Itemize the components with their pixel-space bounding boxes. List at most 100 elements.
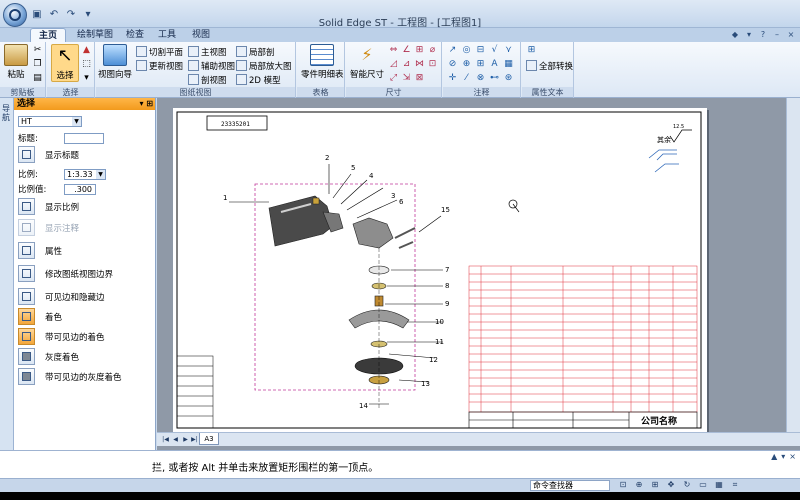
view-wizard-button[interactable]: 视图向导 <box>98 44 132 80</box>
tab-tools[interactable]: 工具 <box>152 28 182 42</box>
pan-icon[interactable]: ✥ <box>666 480 676 490</box>
callout-15: 15 <box>441 206 450 214</box>
show-caption-row[interactable]: 显示标题 <box>18 146 79 163</box>
grid-icon[interactable]: ▦ <box>714 480 724 490</box>
tab-home[interactable]: 主页 <box>30 28 66 42</box>
scale-select[interactable]: 1:3.33 ▼ <box>64 168 106 180</box>
dropdown-icon[interactable]: ▾ <box>744 30 754 40</box>
2d-model-button[interactable]: 2D 模型 <box>236 73 281 86</box>
tab-inspect[interactable]: 检查 <box>120 28 150 42</box>
bolt-part <box>394 227 416 239</box>
dock-icon[interactable]: ▾ <box>781 452 785 461</box>
format-painter-icon[interactable]: ▤ <box>32 73 43 84</box>
sheet-tab-a3[interactable]: A3 <box>199 433 219 445</box>
panel-pin-icon[interactable]: ▾ ⊞ <box>139 98 153 110</box>
parts-list-button[interactable]: 零件明细表 <box>301 44 344 80</box>
application-button[interactable] <box>3 3 27 27</box>
properties-row[interactable]: 属性 <box>18 242 62 259</box>
angular-coordinate-icon[interactable]: ⊿ <box>401 59 412 70</box>
attach-dimension-icon[interactable]: ⤢ <box>388 73 399 84</box>
feature-control-frame-icon[interactable]: ⊘ <box>447 59 458 70</box>
weld-symbol-icon[interactable]: ⋎ <box>503 45 514 56</box>
center-mark-icon[interactable]: ✛ <box>447 73 458 84</box>
prev-sheet-icon[interactable]: ◀ <box>171 435 180 444</box>
cut-icon[interactable]: ✂ <box>32 45 43 56</box>
center-line-icon[interactable]: ⁄ <box>461 73 472 84</box>
coordinate-dimension-icon[interactable]: ⊞ <box>414 45 425 56</box>
drawing-workspace[interactable]: 23335201 其余 12.5 1 2 3 4 5 6 7 8 9 10 11… <box>157 98 800 450</box>
style-select[interactable]: HT ▼ <box>18 116 82 127</box>
fit-icon[interactable]: ⊞ <box>650 480 660 490</box>
auto-dimension-icon[interactable]: ⋈ <box>414 59 425 70</box>
symmetric-diameter-icon[interactable]: ⌀ <box>427 45 438 56</box>
scale-value-input[interactable]: .300 <box>64 183 96 195</box>
modify-border-row[interactable]: 修改图纸视图边界 <box>18 265 113 282</box>
visible-hidden-edges-row[interactable]: 可见边和隐藏边 <box>18 288 105 305</box>
tab-sketch[interactable]: 绘制草图 <box>70 28 120 42</box>
update-views-button[interactable]: 更新视图 <box>136 59 183 72</box>
surface-texture-icon[interactable]: √ <box>489 45 500 56</box>
balloon-icon[interactable]: ◎ <box>461 45 472 56</box>
shaded-row[interactable]: 着色 <box>18 308 62 325</box>
leader-icon[interactable]: ↗ <box>447 45 458 56</box>
symbol-icon[interactable]: ⊛ <box>503 73 514 84</box>
select-filter-icon[interactable]: ▲ <box>81 45 92 56</box>
style-icon[interactable]: ◆ <box>730 30 740 40</box>
angle-between-icon[interactable]: ∠ <box>401 45 412 56</box>
caption-input[interactable] <box>64 132 104 144</box>
callout-9: 9 <box>445 300 449 308</box>
view-sheet-icon[interactable]: ▭ <box>698 480 708 490</box>
next-sheet-icon[interactable]: ▶ <box>181 435 190 444</box>
cut-plane-button[interactable]: 切割平面 <box>136 45 183 58</box>
callout-2: 2 <box>325 154 329 162</box>
first-sheet-icon[interactable]: |◀ <box>161 435 170 444</box>
close-icon[interactable]: × <box>786 30 796 40</box>
close-icon[interactable]: × <box>789 452 796 461</box>
spindle-head <box>352 217 394 249</box>
callout-icon[interactable]: ⊟ <box>475 45 486 56</box>
broken-view-button[interactable]: 局部剖 <box>236 45 275 58</box>
minimize-ribbon-icon[interactable]: – <box>772 30 782 40</box>
retrieve-dimension-icon[interactable]: ⊠ <box>414 73 425 84</box>
edge-condition-icon[interactable]: ▦ <box>503 59 514 70</box>
text-icon[interactable]: A <box>489 59 500 70</box>
chamfer-dimension-icon[interactable]: ◿ <box>388 59 399 70</box>
shaded-visible-edges-row[interactable]: 带可见边的着色 <box>18 328 105 345</box>
section-view-button[interactable]: 剖视图 <box>188 73 227 86</box>
command-finder-input[interactable]: 命令查找器 <box>530 480 610 491</box>
tab-view[interactable]: 视图 <box>186 28 216 42</box>
convert-all-button[interactable]: 全部转换 <box>526 59 573 72</box>
show-annotations-icon <box>18 219 35 236</box>
vertical-scrollbar[interactable] <box>786 98 800 432</box>
last-sheet-icon[interactable]: ▶| <box>190 435 199 444</box>
sidebar-tab-navigator[interactable]: 导航 <box>2 104 12 122</box>
help-icon[interactable]: ? <box>758 30 768 40</box>
select-tools-icon[interactable]: ▾ <box>81 73 92 84</box>
smart-dimension-button[interactable]: ⚡ 智能尺寸 <box>350 44 384 80</box>
copy-icon[interactable]: ❐ <box>32 59 43 70</box>
select-button[interactable]: ↖ 选择 <box>51 44 79 82</box>
snap-icon[interactable]: ⌗ <box>730 480 740 490</box>
detail-view-button[interactable]: 局部放大图 <box>236 59 292 72</box>
datum-frame-icon[interactable]: ⊕ <box>461 59 472 70</box>
principal-view-button[interactable]: 主视图 <box>188 45 227 58</box>
dimension-style-icon[interactable]: ⊡ <box>427 59 438 70</box>
auxiliary-view-button[interactable]: 辅助视图 <box>188 59 235 72</box>
zoom-area-icon[interactable]: ⊡ <box>618 480 628 490</box>
zoom-icon[interactable]: ⊕ <box>634 480 644 490</box>
connector-icon[interactable]: ⊷ <box>489 73 500 84</box>
expand-up-icon[interactable]: ▲ <box>771 452 777 461</box>
property-text-icon[interactable]: ⊞ <box>526 45 537 56</box>
rotate-icon[interactable]: ↻ <box>682 480 692 490</box>
distance-between-icon[interactable]: ⇔ <box>388 45 399 56</box>
gray-shaded-row[interactable]: 灰度着色 <box>18 348 79 365</box>
show-scale-row[interactable]: 显示比例 <box>18 198 79 215</box>
copy-dimension-icon[interactable]: ⇲ <box>401 73 412 84</box>
group-select: ↖ 选择 ▲ ⬚ ▾ 选择 <box>47 42 95 98</box>
paste-button[interactable]: 粘贴 <box>4 44 28 80</box>
datum-target-icon[interactable]: ⊞ <box>475 59 486 70</box>
drawing-sheet[interactable]: 23335201 其余 12.5 1 2 3 4 5 6 7 8 9 10 11… <box>173 108 707 432</box>
bolt-hole-circle-icon[interactable]: ⊗ <box>475 73 486 84</box>
fence-select-icon[interactable]: ⬚ <box>81 59 92 70</box>
gray-shaded-visible-edges-row[interactable]: 带可见边的灰度着色 <box>18 368 122 385</box>
